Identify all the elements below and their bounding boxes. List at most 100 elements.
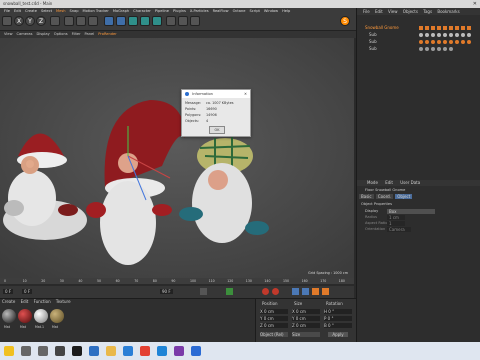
coordinate-manager: Position Size Rotation X 0 cm X 0 cm H 0… — [255, 298, 356, 343]
keyframe-param-icon[interactable] — [322, 288, 329, 295]
photoshop-icon[interactable] — [89, 346, 99, 356]
keyframe-scale-icon[interactable] — [312, 288, 319, 295]
om-menu-bookmarks[interactable]: Bookmarks — [437, 9, 459, 14]
material-swatch[interactable] — [50, 309, 64, 323]
attr-menu-user-data[interactable]: User Data — [400, 180, 420, 185]
3d-viewport[interactable]: Grid Spacing : 1000 cm — [0, 38, 354, 278]
cinema4d-icon[interactable] — [72, 346, 82, 356]
viewport-menu-prorender[interactable]: ProRender — [98, 31, 117, 38]
render-picture-viewer-icon[interactable] — [76, 16, 86, 26]
coord-size-x[interactable]: X 0 cm — [292, 309, 320, 314]
viewport-menu-options[interactable]: Options — [54, 31, 68, 38]
viewport-menu-filter[interactable]: Filter — [72, 31, 81, 38]
timeline-tick: 160 — [301, 279, 308, 283]
object-tags[interactable] — [409, 25, 479, 53]
array-icon[interactable] — [140, 16, 150, 26]
file-explorer-icon[interactable] — [106, 346, 116, 356]
coord-apply-button[interactable]: Apply — [328, 332, 348, 337]
om-menu-objects[interactable]: Objects — [403, 9, 418, 14]
keyframe-rotate-icon[interactable] — [302, 288, 309, 295]
dialog-title: Information — [192, 92, 213, 96]
coordinate-system-icon[interactable] — [50, 16, 60, 26]
chrome-icon[interactable] — [140, 346, 150, 356]
deformer-icon[interactable] — [152, 16, 162, 26]
coord-rotation-b[interactable]: B 0 ° — [324, 323, 352, 328]
material-menu-edit[interactable]: Edit — [21, 299, 29, 304]
timeline-tick: 180 — [338, 279, 345, 283]
material-menu-function[interactable]: Function — [34, 299, 51, 304]
coord-size-y[interactable]: Y 0 cm — [292, 316, 320, 321]
material-swatch[interactable] — [18, 309, 32, 323]
attr-radius-field[interactable]: 1 cm — [387, 215, 405, 220]
viewport-menu-view[interactable]: View — [4, 31, 13, 38]
timeline-ruler[interactable]: 0 10 20 30 40 50 60 70 80 90 100 110 120 130 140 150 160… — [0, 278, 354, 284]
search-icon[interactable] — [21, 346, 31, 356]
vscode-icon[interactable] — [123, 346, 133, 356]
tab-basic[interactable]: Basic — [359, 194, 374, 199]
attr-display-select[interactable]: Box — [387, 209, 435, 214]
record-icon[interactable] — [262, 288, 269, 295]
axis-y-icon[interactable]: Y — [25, 16, 35, 26]
material-menu-create[interactable]: Create — [2, 299, 15, 304]
om-menu-tags[interactable]: Tags — [423, 9, 432, 14]
task-view-icon[interactable] — [38, 346, 48, 356]
light-icon[interactable] — [190, 16, 200, 26]
keyframe-move-icon[interactable] — [292, 288, 299, 295]
camera-icon[interactable] — [178, 16, 188, 26]
om-menu-file[interactable]: File — [363, 9, 370, 14]
tab-coord[interactable]: Coord. — [375, 194, 393, 199]
cube-icon[interactable] — [104, 16, 114, 26]
subdivision-icon[interactable] — [128, 16, 138, 26]
pen-icon[interactable] — [116, 16, 126, 26]
layout-icon[interactable]: S — [340, 16, 350, 26]
start-frame-field[interactable]: 0 F — [3, 289, 14, 294]
om-menu-view[interactable]: View — [388, 9, 398, 14]
render-settings-icon[interactable] — [88, 16, 98, 26]
go-to-start-icon[interactable] — [200, 288, 207, 295]
coord-rotation-p[interactable]: P 0 ° — [324, 316, 352, 321]
main-toolbar: X Y Z S — [0, 14, 356, 31]
om-menu-edit[interactable]: Edit — [375, 9, 383, 14]
coord-position-y[interactable]: Y 0 cm — [260, 316, 288, 321]
material-swatch[interactable] — [34, 309, 48, 323]
undo-icon[interactable] — [2, 16, 12, 26]
current-frame-field[interactable]: 0 F — [22, 289, 33, 294]
coord-position-z[interactable]: Z 0 cm — [260, 323, 288, 328]
coord-mode-select[interactable]: Object (Rel) — [260, 332, 288, 337]
dialog-ok-button[interactable]: OK — [209, 126, 225, 134]
coord-size-z[interactable]: Z 0 cm — [292, 323, 320, 328]
coord-size-mode-select[interactable]: Size — [292, 332, 320, 337]
close-icon[interactable] — [55, 346, 65, 356]
dialog-value-points: 16690 — [206, 107, 217, 111]
start-icon[interactable] — [4, 346, 14, 356]
autokey-icon[interactable] — [272, 288, 279, 295]
material-menu-texture[interactable]: Texture — [56, 299, 71, 304]
play-icon[interactable] — [226, 288, 233, 295]
attr-orientation-select[interactable]: Camera — [387, 227, 411, 232]
aftereffects-icon[interactable] — [174, 346, 184, 356]
edge-icon[interactable] — [157, 346, 167, 356]
render-view-icon[interactable] — [64, 16, 74, 26]
attr-menu-mode[interactable]: Mode — [367, 180, 378, 185]
material-label: Mat.1 — [35, 325, 44, 329]
right-panel: File Edit View Objects Tags Bookmarks Sn… — [356, 8, 480, 342]
axis-z-icon[interactable]: Z — [36, 16, 46, 26]
attr-menu-edit[interactable]: Edit — [385, 180, 393, 185]
windows-icon[interactable] — [191, 346, 201, 356]
viewport-menu-display[interactable]: Display — [37, 31, 50, 38]
end-frame-field[interactable]: 90 F — [160, 289, 173, 294]
timeline-tick: 120 — [227, 279, 234, 283]
tab-object[interactable]: Object — [395, 194, 413, 199]
coord-rotation-h[interactable]: H 0 ° — [324, 309, 352, 314]
floor-icon[interactable] — [166, 16, 176, 26]
viewport-menu-panel[interactable]: Panel — [85, 31, 95, 38]
coord-position-x[interactable]: X 0 cm — [260, 309, 288, 314]
close-icon[interactable]: ✕ — [473, 1, 477, 7]
material-swatch[interactable] — [2, 309, 16, 323]
dialog-label-objects: Objects: — [185, 119, 199, 123]
viewport-menu-cameras[interactable]: Cameras — [17, 31, 33, 38]
axis-x-icon[interactable]: X — [14, 16, 24, 26]
timeline-tick: 30 — [59, 279, 64, 283]
dialog-close-icon[interactable]: ✕ — [244, 90, 247, 98]
attr-aspect-field[interactable]: 1 — [387, 221, 405, 226]
